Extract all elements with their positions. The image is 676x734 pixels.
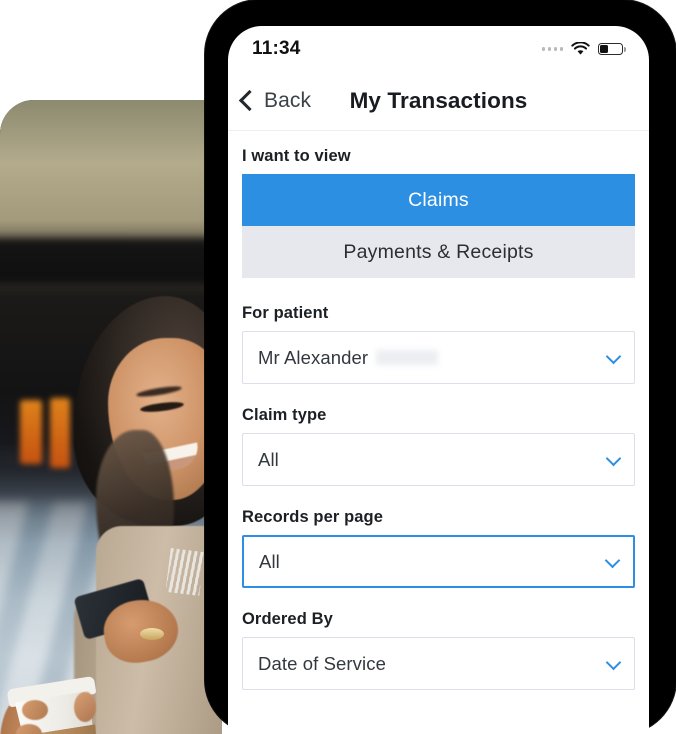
chevron-down-icon [605,348,622,364]
patient-select-value: Mr Alexander [258,346,369,368]
photo-window-light [50,398,70,468]
back-button-label: Back [264,89,312,112]
ordered-by-select-value: Date of Service [258,652,386,674]
status-time: 11:34 [252,38,301,59]
field-group-ordered-by: Ordered By Date of Service [242,610,635,690]
field-group-patient: For patient Mr Alexander [242,304,635,384]
records-per-page-select-value: All [259,550,280,572]
phone-device-frame: 11:34 Back My Transactions I want to vie… [205,0,676,734]
form-content: I want to view Claims Payments & Receipt… [228,131,649,690]
redaction-blur [376,350,439,365]
photo-ceiling [0,238,222,284]
segment-button-claims-label: Claims [408,188,469,211]
chevron-left-icon [238,89,261,112]
patient-select[interactable]: Mr Alexander [242,331,635,384]
claim-type-label: Claim type [242,406,327,424]
battery-icon [598,42,627,56]
records-per-page-label: Records per page [242,508,383,526]
segment-button-payments-receipts-label: Payments & Receipts [343,240,534,263]
photo-finger [22,700,48,720]
chevron-down-icon [605,654,622,670]
status-icons [541,42,627,56]
claim-type-select-value: All [258,448,279,470]
segment-button-claims[interactable]: Claims [242,174,635,226]
chevron-down-icon [605,450,622,466]
phone-screen: 11:34 Back My Transactions I want to vie… [228,26,649,734]
photo-window-light [20,400,42,464]
wifi-icon [571,42,590,55]
claim-type-select[interactable]: All [242,433,635,486]
photo-thumb [74,692,96,722]
ordered-by-label: Ordered By [242,610,333,628]
field-group-records-per-page: Records per page All [242,508,635,588]
chevron-down-icon [604,552,621,568]
ordered-by-select[interactable]: Date of Service [242,637,635,690]
back-button[interactable]: Back [228,89,311,113]
field-group-claim-type: Claim type All [242,406,635,486]
records-per-page-select[interactable]: All [242,535,635,588]
patient-label: For patient [242,304,329,322]
photo-ring [140,628,164,640]
photo-necklace [165,548,205,596]
navigation-bar: Back My Transactions [228,72,649,131]
status-bar: 11:34 [228,26,649,72]
lifestyle-photo [0,100,222,734]
view-selector-label: I want to view [242,147,351,165]
segment-button-payments-receipts[interactable]: Payments & Receipts [242,226,635,278]
signal-dots-icon [541,47,563,51]
view-selector-group: I want to view Claims Payments & Receipt… [242,147,635,278]
